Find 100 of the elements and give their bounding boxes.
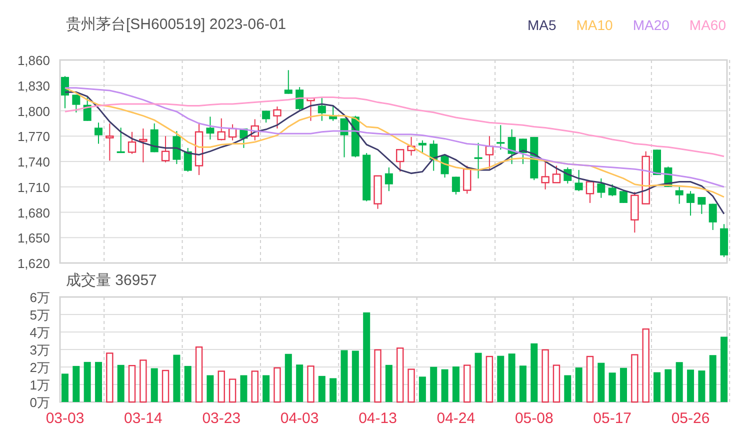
y-axis-label: 1,620 [17, 256, 50, 270]
volume-bar [150, 368, 158, 402]
y-axis-label: 1,710 [17, 180, 50, 195]
volume-bar [274, 367, 281, 403]
volume-bar [620, 368, 627, 402]
candlestick [106, 122, 114, 162]
x-axis-label: 04-24 [436, 410, 476, 427]
volume-bar [218, 370, 225, 403]
candlestick [653, 149, 661, 176]
legend-item: MA10 [576, 16, 613, 35]
candlestick [306, 97, 315, 122]
volume-bar [676, 362, 683, 402]
candlestick [296, 86, 304, 110]
volume-bar [296, 364, 304, 402]
volume-bar [508, 354, 516, 402]
volume-bar [464, 364, 471, 403]
y-axis-label: 1,740 [17, 154, 50, 170]
candlestick [217, 118, 226, 141]
volume-bar [575, 368, 582, 402]
volume-bar [441, 369, 448, 402]
y-axis-label: 1,800 [17, 104, 50, 119]
volume-bar [95, 362, 102, 402]
volume-bar [542, 349, 549, 403]
candlestick [184, 147, 192, 172]
volume-bar [374, 349, 382, 403]
volume-bar [664, 369, 672, 402]
volume-bar [330, 378, 337, 402]
candlestick [150, 122, 158, 153]
volume-bar [530, 343, 538, 402]
volume-bar [631, 354, 638, 403]
volume-bar [206, 375, 214, 402]
volume-bar [430, 366, 438, 402]
volume-bar [128, 365, 136, 403]
y-axis-label: 5万 [30, 308, 50, 322]
volume-bar [240, 375, 248, 402]
volume-bar [340, 350, 348, 402]
y-axis-label: 1,830 [17, 78, 50, 94]
y-axis-label: 2万 [30, 360, 50, 375]
volume-bar [418, 376, 426, 402]
volume-bar [228, 378, 236, 403]
candlestick [463, 165, 472, 194]
candlestick [630, 191, 639, 234]
candlestick [430, 140, 438, 172]
y-axis-label: 4万 [30, 325, 50, 340]
x-axis-label: 04-03 [280, 410, 319, 427]
volume-bar [184, 366, 192, 402]
candlestick [250, 118, 259, 141]
volume-bar [396, 348, 404, 403]
volume-bar [162, 370, 170, 403]
candlestick [686, 190, 695, 216]
candlestick [384, 166, 393, 192]
volume-bar [140, 360, 147, 403]
candlestick [329, 105, 338, 122]
legend-item: MA60 [689, 16, 726, 35]
x-axis-label: 05-17 [593, 410, 632, 427]
candlestick [273, 106, 282, 129]
legend-item: MA5 [527, 16, 556, 35]
volume-bar [452, 366, 460, 402]
candlestick [83, 96, 92, 122]
volume-bar [552, 364, 560, 403]
candlestick [128, 131, 136, 154]
volume-bar [497, 356, 504, 402]
y-axis-label: 3万 [30, 342, 50, 358]
volume-bar [408, 368, 415, 403]
y-axis-label: 1万 [30, 378, 50, 392]
candlestick [518, 138, 527, 165]
candlestick [340, 118, 348, 158]
volume-bar [698, 370, 706, 402]
candlestick [284, 70, 292, 94]
candlestick [396, 149, 404, 172]
candlestick [318, 98, 326, 122]
candlestick [642, 150, 650, 204]
candlestick [240, 128, 248, 148]
candlestick [172, 130, 181, 165]
volume-bar [720, 336, 728, 402]
volume-bar [72, 366, 80, 402]
volume-bar [654, 372, 660, 402]
candlestick [407, 136, 416, 156]
candlestick [708, 203, 717, 230]
volume-bar [117, 364, 124, 402]
candlestick [206, 116, 214, 140]
volume-bar [307, 366, 314, 403]
candlestick [608, 184, 616, 197]
candlestick [161, 136, 170, 163]
candlestick [362, 152, 371, 202]
candlestick [418, 140, 426, 154]
candlestick [586, 181, 594, 204]
x-axis-label: 05-26 [671, 410, 710, 427]
volume-bar [106, 352, 114, 403]
candlestick [474, 142, 482, 179]
x-axis-label: 05-08 [514, 410, 554, 427]
volume-title: 成交量 36957 [66, 270, 157, 290]
volume-bar [709, 355, 716, 402]
volume-bar [586, 356, 594, 403]
x-axis-label: 03-23 [202, 410, 241, 427]
volume-bar [687, 370, 694, 402]
x-axis-label: 03-03 [46, 410, 84, 427]
volume-bar [608, 372, 616, 402]
volume-bar [173, 354, 180, 402]
candlestick [552, 165, 561, 184]
